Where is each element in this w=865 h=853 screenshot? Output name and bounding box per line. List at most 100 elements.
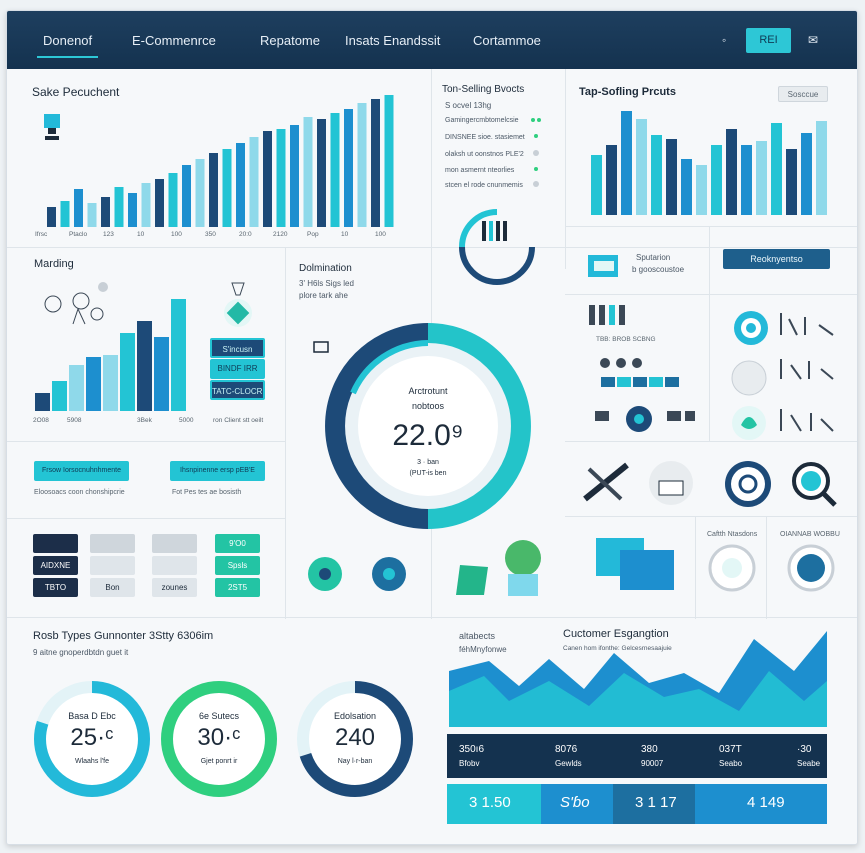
sales-tick: 350 <box>205 231 216 238</box>
chart-badge-icon[interactable] <box>729 358 769 398</box>
sales-bar <box>155 179 164 227</box>
nav-item-ecommerce[interactable]: E-Commenrce <box>132 33 216 48</box>
top-selling-item-2[interactable]: DINSNEE sioe. stasiemet <box>445 134 525 141</box>
target-icon[interactable] <box>731 308 771 348</box>
sales-tick: 2120 <box>273 231 288 238</box>
storefront-icon[interactable] <box>647 459 695 507</box>
top-selling-bar <box>696 165 707 215</box>
sputarion-button[interactable]: Reoknyentso <box>723 249 830 269</box>
nav-item-insights[interactable]: Insats Enandssit <box>345 33 440 48</box>
ring-1-label: Basa D Ebc <box>68 711 116 721</box>
tile-r2-c1[interactable]: AIDXNE <box>33 556 78 575</box>
sales-bar <box>317 119 326 227</box>
tile-r3-c1[interactable]: TBTO <box>33 578 78 597</box>
sales-tick: 20:0 <box>239 231 252 238</box>
sales-bar <box>47 207 56 227</box>
top-selling-item-5[interactable]: stcen el rode cnunmemis <box>445 182 523 189</box>
tile-r3-c3[interactable]: zounes <box>152 578 197 597</box>
cards-illustration <box>596 538 674 590</box>
distribution-line-1: 3' H6ls Sigs led <box>299 279 354 288</box>
nav-item-customers[interactable]: Cortammoe <box>473 33 541 48</box>
tile-r2-c3[interactable] <box>152 556 197 575</box>
sales-bar <box>60 201 70 227</box>
badge-title-1: Caftth Ntasdons <box>707 531 758 538</box>
bars-icon <box>589 305 625 325</box>
cart-bot-icon-2 <box>372 557 406 591</box>
sales-bar <box>357 103 367 227</box>
stat-2-bottom: Gewlds <box>555 759 582 768</box>
tile-r2-c4[interactable]: Spsls <box>215 556 260 575</box>
promo-button-2[interactable]: Ihsnpinenne ersp pEB'E <box>170 461 265 481</box>
tile-r1-c1[interactable] <box>33 534 78 553</box>
engagement-area-chart <box>449 631 827 727</box>
top-selling-item-3[interactable]: olaksh ut oonstnos PLE'2 <box>445 151 524 158</box>
flag-icon <box>456 565 488 595</box>
sales-bar <box>276 129 286 227</box>
message-icon[interactable]: ✉ <box>808 33 818 47</box>
search-icon[interactable] <box>789 459 839 509</box>
marketing-bar <box>35 393 50 411</box>
tile-r1-c3[interactable] <box>152 534 197 553</box>
marketing-bar <box>52 381 67 411</box>
notification-icon[interactable]: ◦ <box>722 33 726 47</box>
marketing-tick-2: 5908 <box>67 417 82 424</box>
distribution-line-2: plore tark ahe <box>299 291 348 300</box>
ring-2-sub: Gjet ponrt ir <box>200 758 238 765</box>
leaf-icon[interactable] <box>729 403 769 443</box>
sputarion-title: Sputarion <box>636 253 671 262</box>
top-selling-chart-title: Tap-Sofling Prcuts <box>579 86 676 98</box>
tile-r3-c4[interactable]: 2ST5 <box>215 578 260 597</box>
donut-sub-1: 3 · ban <box>417 459 439 466</box>
top-selling-filter-button[interactable]: Sosccue <box>778 86 828 102</box>
sales-tick: 100 <box>375 231 386 238</box>
donut-value: 22.0⁹ <box>392 419 464 452</box>
marketing-bar <box>120 333 135 411</box>
top-selling-bar <box>741 145 752 215</box>
top-action-button[interactable]: REI <box>746 28 791 53</box>
promo-sub-2: Fot Pes tes ae bosisth <box>172 489 242 496</box>
sales-tick: 100 <box>171 231 182 238</box>
icon-grid-caption: TBB: BROB SCBNG <box>596 336 656 343</box>
sales-bar <box>344 109 353 227</box>
sales-tick: 123 <box>103 231 114 238</box>
stat-2-top: 8076 <box>555 744 578 755</box>
top-selling-bar <box>756 141 767 215</box>
cart-bot-icon-1 <box>308 557 342 591</box>
badge-icon-1[interactable] <box>707 543 757 593</box>
marketing-list-item-1[interactable]: S'incusn <box>210 338 265 358</box>
sales-bar <box>74 189 83 227</box>
top-selling-item-1[interactable]: Gamingercmbtomelcsie <box>445 117 519 124</box>
badge-icon-2[interactable] <box>786 543 836 593</box>
tile-r1-c2[interactable] <box>90 534 135 553</box>
marketing-bar-chart <box>35 299 186 411</box>
tile-r3-c2[interactable]: Bon <box>90 578 135 597</box>
tile-r1-c4[interactable]: 9'O0 <box>215 534 260 553</box>
marketing-tick-1: 2O08 <box>33 417 49 424</box>
card-icon <box>588 255 618 277</box>
sales-bar <box>182 165 191 227</box>
sales-bar <box>114 187 124 227</box>
top-selling-bar <box>771 123 782 215</box>
marketing-list-item-3[interactable]: TATC-CLOCRK <box>210 380 265 400</box>
refresh-icon[interactable] <box>723 459 773 509</box>
sales-bar <box>384 95 394 227</box>
stat-1-top: 350ı6 <box>459 744 485 755</box>
stat-5-bottom: Seabe <box>797 759 821 768</box>
sales-bar <box>236 143 245 227</box>
top-navbar: Donenof E-Commenrce Repatome Insats Enan… <box>7 11 857 69</box>
nav-item-dashboard[interactable]: Donenof <box>36 33 99 58</box>
sales-bar <box>263 131 272 227</box>
tool-icons <box>780 313 834 432</box>
top-selling-bar <box>651 135 662 215</box>
tile-r2-c2[interactable] <box>90 556 135 575</box>
nav-item-reports[interactable]: Repatome <box>260 33 320 48</box>
ring-3-sub: Nay l·r-ban <box>337 758 373 765</box>
marketing-list-item-2[interactable]: BINDF IRR <box>210 359 265 379</box>
retention-sub: 9 aitne gnoperdbtdn guet it <box>33 648 129 657</box>
gauge-widget <box>459 209 535 285</box>
marketing-tick-3: 3Bek <box>137 417 152 424</box>
promo-button-1[interactable]: Frsow Iorsocnuhnhmente <box>34 461 129 481</box>
stats-row <box>447 734 827 778</box>
tools-icon <box>583 462 629 502</box>
top-selling-item-4[interactable]: mon asmernt nteorlies <box>445 167 514 174</box>
